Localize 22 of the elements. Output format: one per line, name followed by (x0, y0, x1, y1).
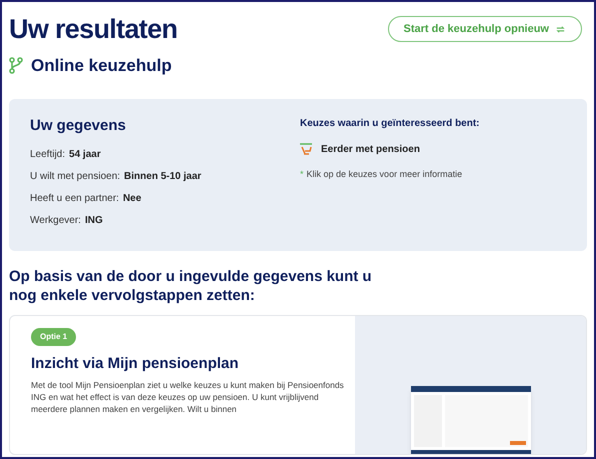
option-description: Met de tool Mijn Pensioenplan ziet u welke keuzes u kunt maken bij Pensioenfonds ING en wat het effect is van deze keuzes op uw pensioen. U kunt vrijblijvend meerdere plannen maken en vergelijken. Wilt u binnen (31, 379, 345, 415)
next-steps-title: Op basis van de door u ingevulde gegevens kunt u nog enkele vervolgstappen zetten: (8, 266, 372, 304)
field-label: Heeft u een partner: (30, 192, 119, 206)
refresh-icon (555, 24, 566, 34)
note-text: Klik op de keuzes voor meer informatie (306, 168, 462, 181)
option-title: Inzicht via Mijn pensioenplan (31, 354, 239, 374)
deckchair-icon (300, 143, 312, 155)
field-value: Binnen 5-10 jaar (124, 170, 202, 184)
option-badge: Optie 1 (31, 328, 76, 346)
choice-link[interactable]: Eerder met pensioen (321, 142, 420, 156)
branch-icon (9, 57, 23, 74)
field-value: ING (84, 214, 103, 228)
details-title: Uw gegevens (30, 116, 127, 136)
choices-title: Keuzes waarin u geïnteresseerd bent: (300, 116, 480, 130)
note-mark: * (300, 168, 304, 180)
field-value: Nee (122, 192, 142, 206)
field-label: U wilt met pensioen: (30, 170, 120, 184)
page-title: Uw resultaten (9, 16, 178, 43)
field-label: Werkgever: (30, 214, 81, 228)
field-value: 54 jaar (69, 148, 101, 162)
section-subtitle: Online keuzehulp (31, 55, 172, 77)
field-label: Leeftijd: (30, 148, 66, 162)
